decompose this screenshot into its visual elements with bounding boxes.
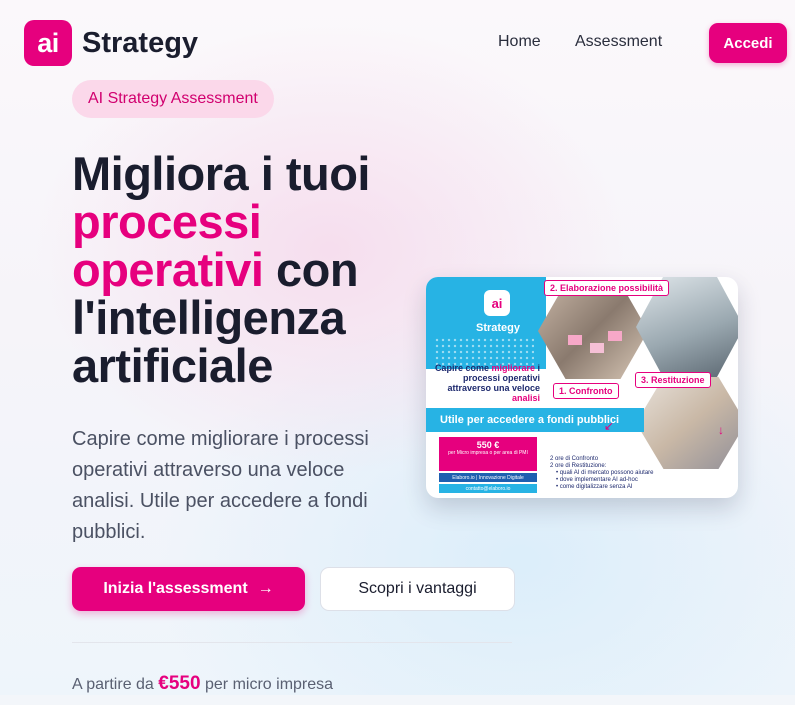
- price-prefix: A partire da: [72, 676, 159, 693]
- flyer-price: 550 €: [476, 440, 500, 450]
- flyer-step-1: 1. Confronto: [553, 383, 619, 399]
- flyer-price-box: 550 € per Micro impresa o per area di PM…: [439, 437, 537, 471]
- flyer-headline-accent2: analisi: [511, 393, 540, 403]
- flyer-bullets-head2: 2 ore di Restituzione:: [550, 463, 607, 469]
- price-value: €550: [158, 673, 201, 694]
- sticky-note: [590, 343, 604, 353]
- flyer-logo: ai: [484, 290, 510, 316]
- flyer-bullets-head1: 2 ore di Confronto: [550, 456, 599, 462]
- flyer-headline-accent: migliorare: [491, 363, 535, 373]
- discover-benefits-button[interactable]: Scopri i vantaggi: [320, 567, 515, 611]
- hero-title-accent: processi operativi: [72, 195, 264, 296]
- sticky-note: [568, 335, 582, 345]
- flyer-step-3: 3. Restituzione: [635, 372, 711, 388]
- flyer-price-note: per Micro impresa o per area di PMI: [448, 450, 528, 456]
- login-button[interactable]: Accedi: [709, 23, 787, 63]
- nav-assessment-link[interactable]: Assessment: [575, 33, 662, 51]
- price-suffix: per micro impresa: [200, 676, 334, 693]
- hero-description: Capire come migliorare i processi operat…: [72, 428, 369, 543]
- nav-home-link[interactable]: Home: [498, 33, 541, 51]
- hero-title: Migliora i tuoi processi operativi con l…: [72, 150, 412, 390]
- start-assessment-label: Inizia l'assessment: [103, 580, 248, 597]
- hero-title-part1: Migliora i tuoi: [72, 147, 370, 200]
- site-header: ai Strategy Home Assessment Accedi: [0, 0, 795, 86]
- flyer-contact-2: contatto@elaboro.io: [439, 484, 537, 493]
- sticky-note: [608, 331, 622, 341]
- section-pill: AI Strategy Assessment: [72, 80, 274, 118]
- flyer-step-2: 2. Elaborazione possibilità: [544, 280, 670, 296]
- divider: [72, 642, 512, 643]
- start-assessment-button[interactable]: Inizia l'assessment →: [72, 567, 305, 611]
- flyer-image: ai Strategy 2. Elaborazione possibilità …: [426, 277, 738, 498]
- flyer-bullet-list: quali AI di mercato possono aiutare dove…: [550, 470, 710, 491]
- flyer-photo-meeting: [538, 283, 648, 379]
- price-line: A partire da €550 per micro impresa: [72, 673, 333, 695]
- logo-badge: ai: [24, 20, 72, 66]
- flyer-brand: Strategy: [475, 322, 521, 334]
- flyer-bullets: 2 ore di Confronto 2 ore di Restituzione…: [550, 456, 710, 491]
- flyer-headline-part1: Capire come: [434, 363, 492, 373]
- bottom-band: [0, 695, 795, 705]
- flyer-contact-1: Elaboro.io | Innovazione Digitale: [439, 473, 537, 482]
- brand-logo[interactable]: ai Strategy: [24, 20, 198, 66]
- curved-arrow-icon: ↓: [718, 423, 724, 437]
- logo-text: Strategy: [82, 26, 199, 59]
- flyer-bullet: dove implementare AI ad-hoc: [556, 477, 710, 484]
- flyer-bullet: quali AI di mercato possono aiutare: [556, 470, 710, 477]
- curved-arrow-icon: ↙: [604, 419, 615, 433]
- arrow-right-icon: →: [257, 580, 274, 597]
- flyer-bullet: come digitalizzare senza AI: [556, 484, 710, 491]
- flyer-headline: Capire come migliorare i processi operat…: [430, 363, 540, 403]
